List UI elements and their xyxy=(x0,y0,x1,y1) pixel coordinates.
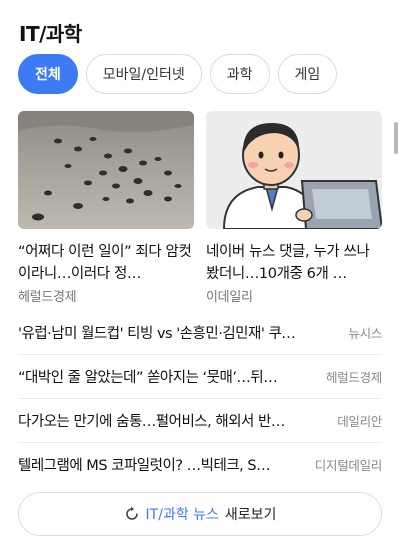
list-item-title[interactable]: 텔레그램에 MS 코파일럿이? …빅테크, S… xyxy=(18,454,315,475)
category-tabs: 전체 모바일/인터넷 과학 게임 xyxy=(18,54,338,94)
tab-science[interactable]: 과학 xyxy=(209,54,270,94)
list-item[interactable]: 텔레그램에 MS 코파일럿이? …빅테크, S… 디지털데일리 xyxy=(18,442,382,486)
list-item-source: 디지털데일리 xyxy=(314,458,383,473)
list-item-source: 뉴시스 xyxy=(348,325,382,341)
refresh-icon xyxy=(125,506,138,520)
news-list: '유럽·남미 월드컵' 티빙 vs '손흥민·김민재' 쿠… 뉴시스 “대박인 … xyxy=(18,310,382,486)
list-item-source: 헤럴드경제 xyxy=(325,370,382,385)
list-item-title[interactable]: 다가오는 만기에 숨통…펄어비스, 해외서 반… xyxy=(18,410,337,431)
card-title[interactable]: 네이버 뉴스 댓글, 누가 쓰나 봤더니…10개중 6개 … xyxy=(206,241,382,285)
news-card[interactable]: 네이버 뉴스 댓글, 누가 쓰나 봤더니…10개중 6개 … 이데일리 xyxy=(206,111,382,305)
tab-mobile-internet[interactable]: 모바일/인터넷 xyxy=(85,54,202,94)
tab-game[interactable]: 게임 xyxy=(277,54,338,94)
list-item-source: 데일리안 xyxy=(337,414,382,429)
tab-all[interactable]: 전체 xyxy=(18,54,78,94)
man-at-laptop-image[interactable] xyxy=(206,111,382,229)
refresh-button-category: IT/과학 뉴스 xyxy=(145,507,219,523)
card-source: 헤럴드경제 xyxy=(18,290,77,305)
section-title: IT/과학 xyxy=(19,22,82,46)
refresh-button-label: 새로보기 xyxy=(224,507,277,523)
turtle-hatchlings-image[interactable] xyxy=(18,111,194,229)
refresh-news-button[interactable]: IT/과학 뉴스 새로보기 xyxy=(18,492,382,536)
card-source: 이데일리 xyxy=(206,290,253,305)
list-item-title[interactable]: '유럽·남미 월드컵' 티빙 vs '손흥민·김민재' 쿠… xyxy=(18,322,348,343)
list-item[interactable]: “대박인 줄 알았는데” 쏟아지는 ‘뭇매’…뒤… 헤럴드경제 xyxy=(18,354,382,398)
list-item[interactable]: 다가오는 만기에 숨통…펄어비스, 해외서 반… 데일리안 xyxy=(18,398,382,442)
list-item-title[interactable]: “대박인 줄 알았는데” 쏟아지는 ‘뭇매’…뒤… xyxy=(18,366,326,387)
card-title[interactable]: “어쩌다 이런 일이” 죄다 암컷이라니…이러다 정… xyxy=(18,241,194,285)
scrollbar[interactable] xyxy=(394,122,398,154)
news-card[interactable]: “어쩌다 이런 일이” 죄다 암컷이라니…이러다 정… 헤럴드경제 xyxy=(18,111,194,305)
list-item[interactable]: '유럽·남미 월드컵' 티빙 vs '손흥민·김민재' 쿠… 뉴시스 xyxy=(18,310,382,354)
featured-cards: “어쩌다 이런 일이” 죄다 암컷이라니…이러다 정… 헤럴드경제 네이버 뉴스… xyxy=(18,111,382,305)
